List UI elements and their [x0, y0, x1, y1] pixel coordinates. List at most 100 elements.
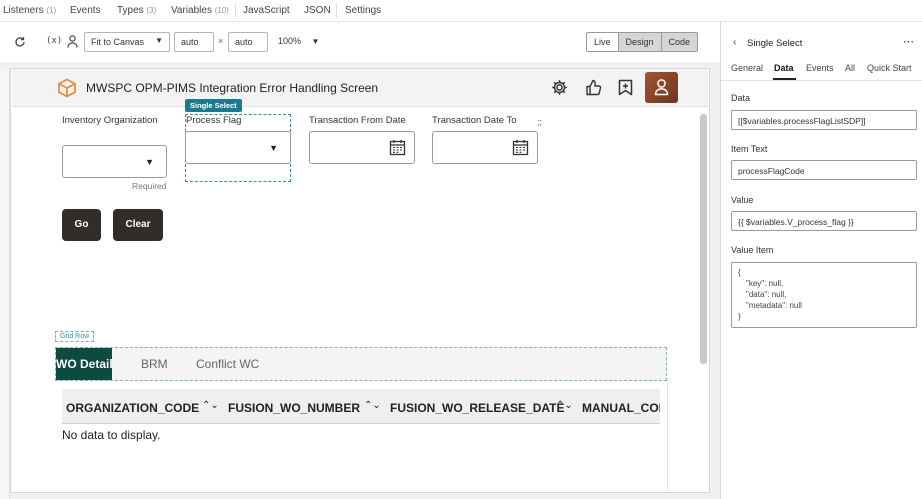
- value-item-editor[interactable]: { "key": null, "data": null, "metadata":…: [731, 262, 917, 328]
- from-date-input[interactable]: [309, 131, 415, 164]
- divider: [336, 4, 337, 18]
- person-icon: [654, 79, 669, 96]
- tab-label: JavaScript: [243, 5, 290, 16]
- mode-design[interactable]: Design: [618, 33, 662, 51]
- column-header[interactable]: ORGANIZATION_CODE: [66, 401, 199, 415]
- required-hint: Required: [132, 181, 167, 191]
- bookmark-add-icon[interactable]: [618, 79, 633, 96]
- caret-down-icon: ▼: [311, 37, 320, 46]
- caret-down-icon: ▼: [145, 157, 154, 167]
- thumbs-up-icon[interactable]: [585, 79, 602, 96]
- inventory-org-label: Inventory Organization: [62, 115, 158, 126]
- refresh-icon[interactable]: [14, 36, 26, 48]
- tab-label: Types: [117, 5, 144, 16]
- tab-wo-detail[interactable]: WO Detail: [56, 348, 112, 380]
- app-title: MWSPC OPM-PIMS Integration Error Handlin…: [86, 81, 379, 95]
- from-date-label: Transaction From Date: [309, 115, 406, 126]
- width-value: auto: [181, 37, 199, 47]
- tab-javascript[interactable]: JavaScript: [243, 5, 290, 16]
- tab-label: Settings: [345, 5, 382, 16]
- tab-variables[interactable]: Variables (10): [171, 5, 229, 16]
- tab-brm[interactable]: BRM: [141, 357, 168, 371]
- height-input[interactable]: auto: [228, 32, 268, 52]
- panel-tab-events[interactable]: Events: [806, 63, 834, 73]
- data-label: Data: [731, 93, 751, 103]
- go-button[interactable]: Go: [62, 209, 101, 241]
- panel-tab-data[interactable]: Data: [774, 63, 794, 73]
- properties-panel: [720, 22, 922, 499]
- preview-scrollbar[interactable]: [700, 114, 707, 364]
- mode-live[interactable]: Live: [587, 33, 619, 51]
- item-text-input[interactable]: processFlagCode: [731, 160, 917, 180]
- more-options-icon[interactable]: ⋯: [903, 35, 915, 48]
- table-header: ORGANIZATION_CODE ⌃⌄ FUSION_WO_NUMBER ⌃⌄…: [62, 389, 660, 424]
- to-date-input[interactable]: [432, 131, 538, 164]
- calendar-icon[interactable]: [512, 139, 529, 156]
- tab-types[interactable]: Types (3): [117, 5, 156, 16]
- settings-gear-icon[interactable]: [551, 79, 568, 96]
- tab-count: (1): [46, 6, 57, 15]
- clear-button[interactable]: Clear: [113, 209, 163, 241]
- item-text-label: Item Text: [731, 144, 768, 154]
- inventory-org-select[interactable]: ▼: [62, 145, 167, 178]
- mode-code[interactable]: Code: [661, 33, 698, 51]
- value-item-label: Value Item: [731, 245, 774, 255]
- fit-to-canvas-dropdown[interactable]: Fit to Canvas ▼: [84, 32, 170, 52]
- code-line: }: [738, 312, 741, 321]
- panel-tab-general[interactable]: General: [731, 63, 763, 73]
- selected-component-badge: Single Select: [185, 99, 242, 112]
- to-date-label: Transaction Date To: [432, 115, 517, 126]
- value-label: Value: [731, 195, 754, 205]
- left-gutter: [0, 68, 10, 499]
- stray-text: ;;: [537, 117, 543, 127]
- tab-label: Events: [70, 5, 101, 16]
- zoom-dropdown[interactable]: 100% ▼: [278, 36, 319, 46]
- sort-icon[interactable]: ⌃⌄: [556, 400, 573, 411]
- view-mode-switch: Live Design Code: [586, 32, 699, 52]
- process-flag-label: Process Flag: [186, 115, 242, 126]
- code-line: {: [738, 268, 741, 277]
- tab-conflict-wc[interactable]: Conflict WC: [196, 357, 259, 371]
- tab-count: (3): [146, 6, 157, 15]
- table-edge: [667, 380, 668, 490]
- panel-tab-quick-start[interactable]: Quick Start: [867, 63, 912, 73]
- zoom-label: 100%: [278, 36, 302, 46]
- tab-label: JSON: [304, 5, 331, 16]
- chevron-left-icon[interactable]: ‹: [733, 37, 736, 48]
- caret-down-icon: ▼: [155, 36, 163, 45]
- tab-label: Variables: [171, 5, 212, 16]
- code-line: "metadata": null: [746, 301, 802, 310]
- code-line: "key": null,: [746, 279, 784, 288]
- caret-down-icon: ▼: [269, 143, 278, 153]
- tab-listeners[interactable]: Listeners (1): [3, 5, 56, 16]
- divider: [235, 4, 236, 18]
- tab-settings[interactable]: Settings: [345, 5, 381, 16]
- sort-icon[interactable]: ⌃⌄: [364, 400, 381, 411]
- data-input[interactable]: [[$variables.processFlagListSDP]]: [731, 110, 917, 130]
- calendar-icon[interactable]: [389, 139, 406, 156]
- cube-logo-icon: [57, 78, 77, 98]
- tab-json[interactable]: JSON: [304, 5, 331, 16]
- width-input[interactable]: auto: [174, 32, 214, 52]
- height-value: auto: [235, 37, 253, 47]
- top-tab-bar: Listeners (1) Events Types (3) Variables…: [0, 0, 922, 22]
- times-symbol: ×: [218, 36, 224, 46]
- grid-row-badge: Grid Row: [55, 331, 95, 342]
- code-line: "data": null,: [746, 290, 787, 299]
- tab-events[interactable]: Events: [70, 5, 101, 16]
- fit-label: Fit to Canvas: [91, 37, 145, 47]
- panel-title: Single Select: [747, 38, 803, 49]
- process-flag-select[interactable]: ▼: [185, 131, 291, 164]
- empty-table-message: No data to display.: [62, 428, 161, 442]
- panel-tab-all[interactable]: All: [845, 63, 855, 73]
- divider: [721, 80, 922, 81]
- avatar[interactable]: [645, 72, 678, 103]
- sort-icon[interactable]: ⌃⌄: [202, 400, 219, 411]
- variable-binding-icon[interactable]: (x): [46, 36, 62, 46]
- user-icon[interactable]: [67, 35, 78, 48]
- value-input[interactable]: {{ $variables.V_process_flag }}: [731, 211, 917, 231]
- column-header[interactable]: FUSION_WO_NUMBER: [228, 401, 360, 415]
- column-header[interactable]: FUSION_WO_RELEASE_DATE: [390, 401, 564, 415]
- tab-count: (10): [214, 6, 229, 15]
- column-header[interactable]: MANUAL_COM: [582, 401, 660, 415]
